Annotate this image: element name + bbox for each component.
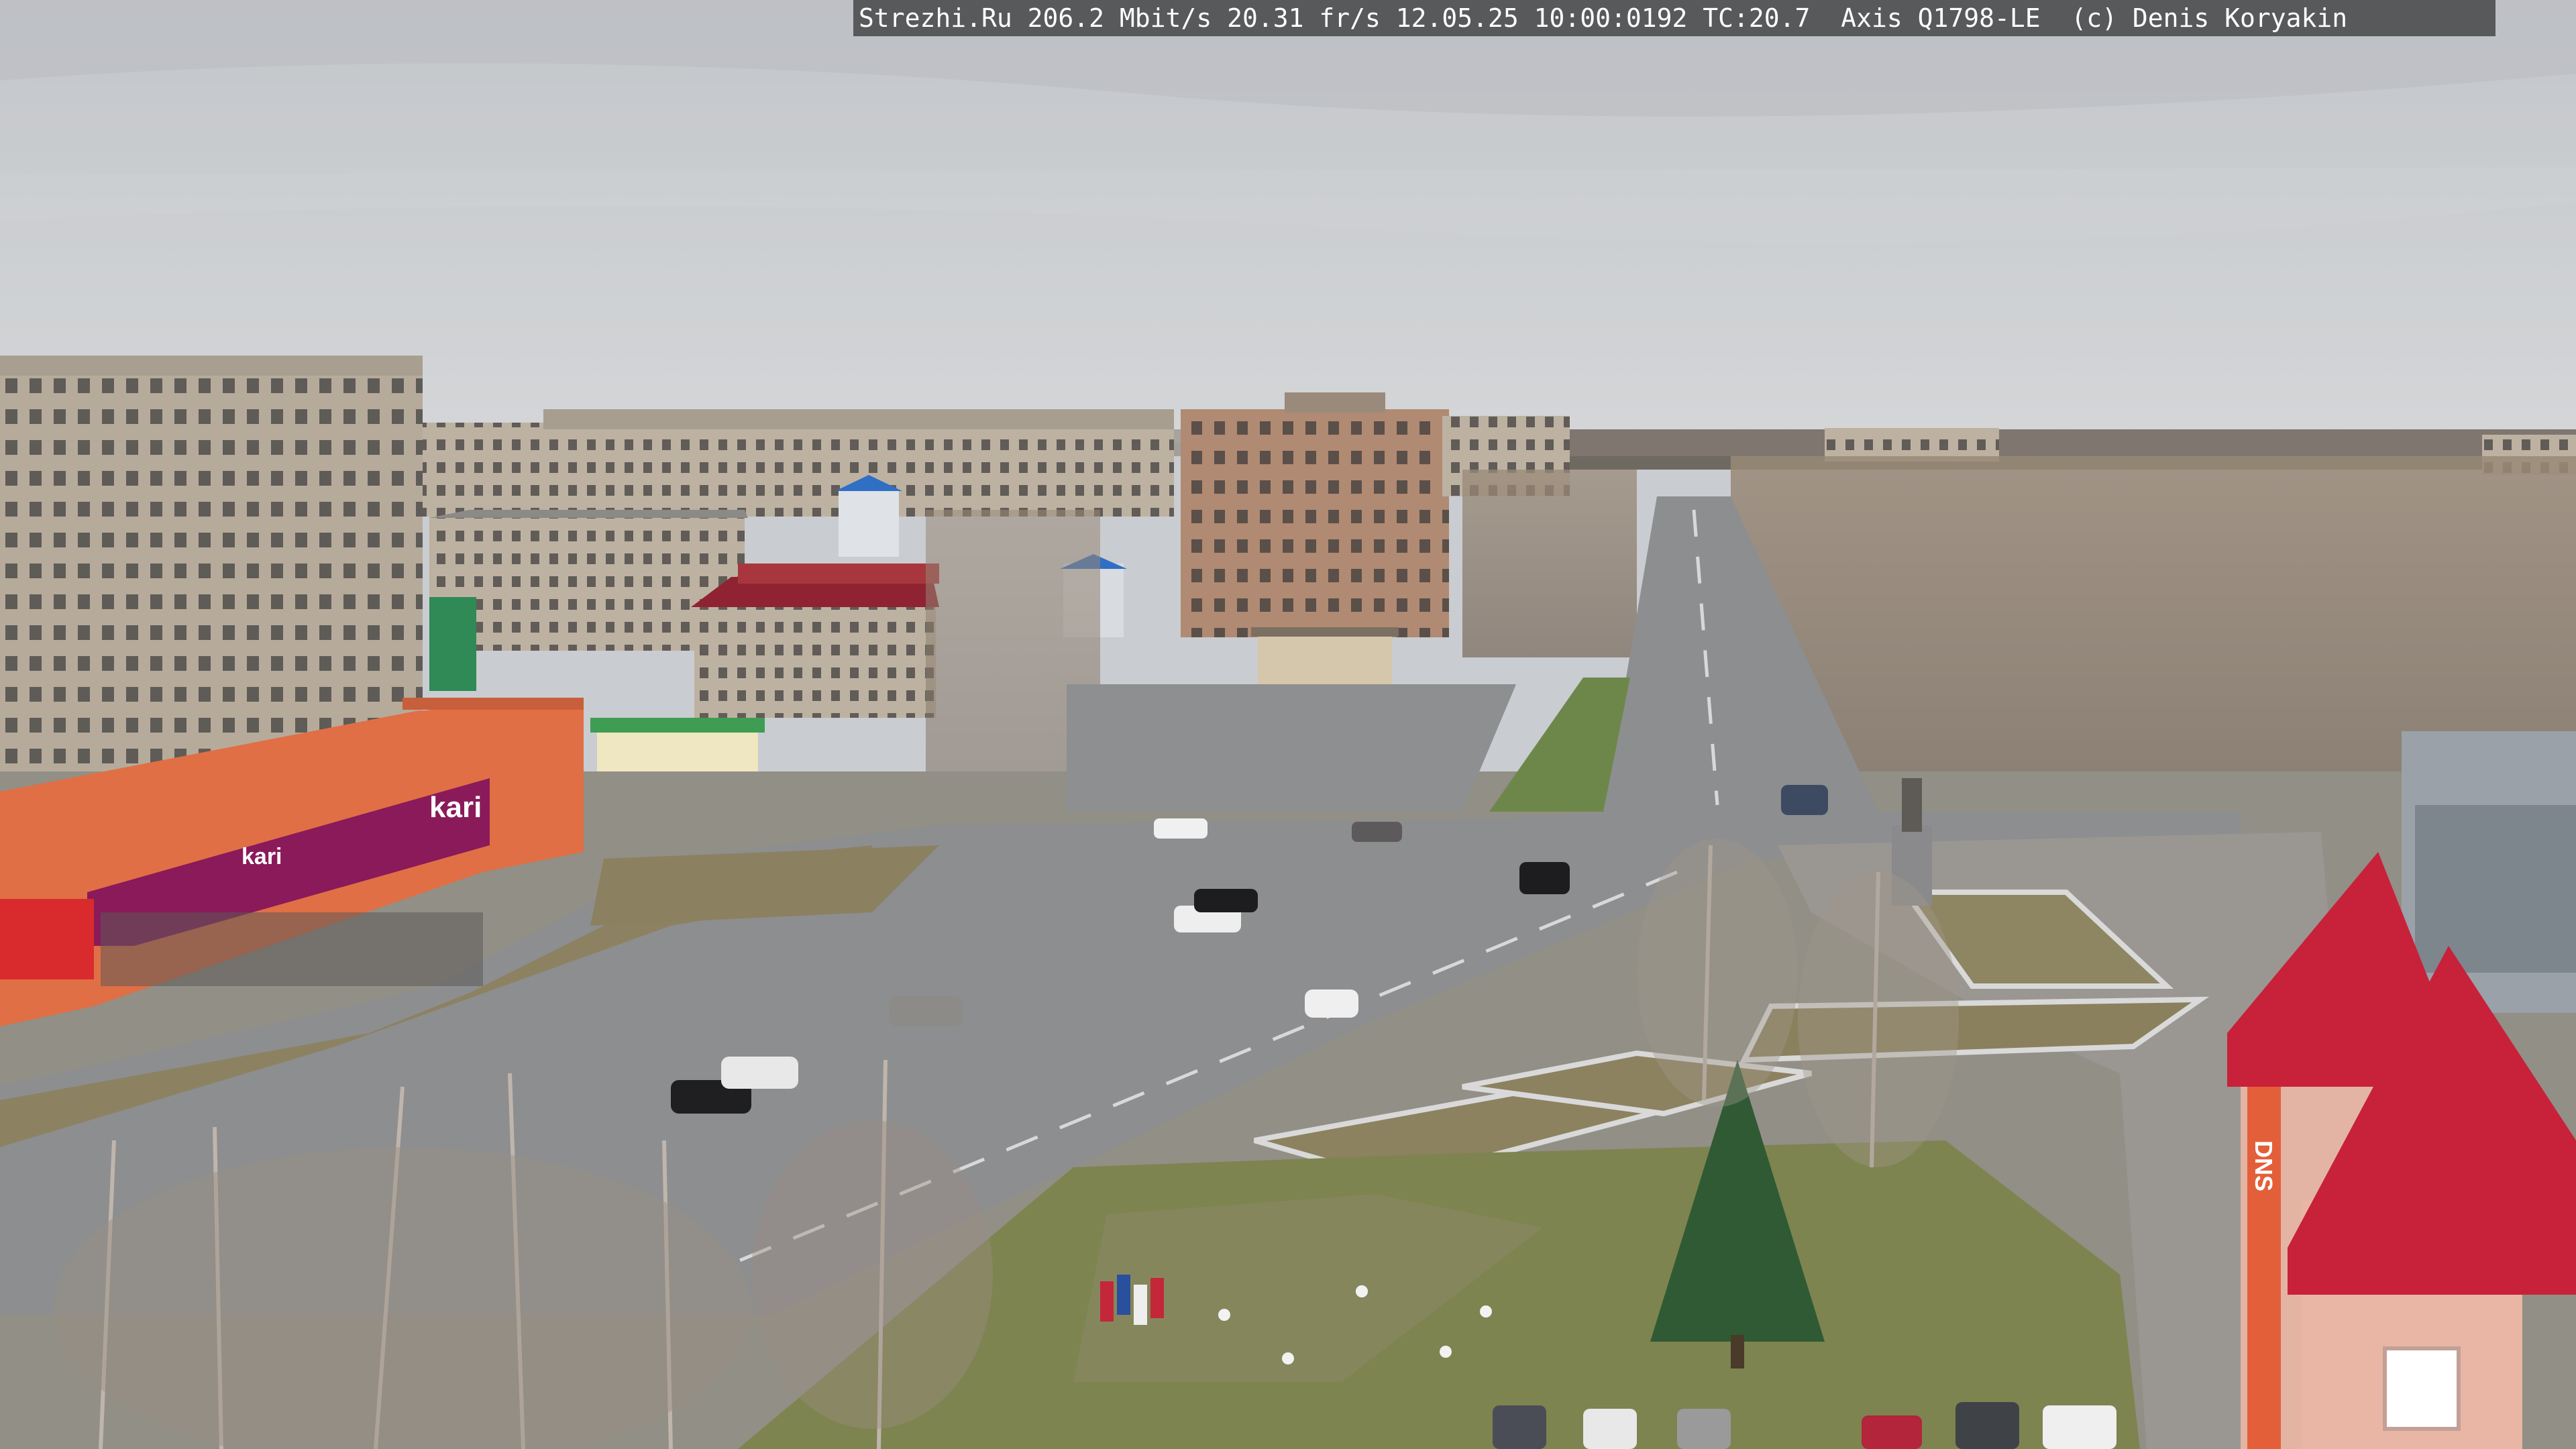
kari-sign-text-small: kari — [241, 844, 282, 869]
car — [1519, 862, 1570, 894]
spruce-trunk — [1731, 1335, 1744, 1368]
dns-sign-text: DNS — [2250, 1140, 2277, 1191]
camera-overlay-banner: Strezhi.Ru 206.2 Mbit/s 20.31 fr/s 12.05… — [853, 0, 2496, 36]
car — [1305, 989, 1358, 1018]
green-house — [429, 597, 476, 691]
red-store-front — [0, 899, 94, 979]
glass-building-windows — [2415, 805, 2576, 973]
car — [1955, 1402, 2019, 1449]
birch-canopy — [1637, 839, 1798, 1107]
car — [1352, 822, 1402, 842]
car — [1154, 818, 1208, 839]
center-pavilion-roof — [1251, 627, 1399, 637]
apartment-roof — [543, 409, 1174, 429]
kari-sign-text: kari — [429, 791, 482, 824]
brick-tower — [1181, 409, 1449, 637]
apartment-block-left-roof — [0, 356, 423, 376]
car — [1194, 889, 1258, 912]
apartment-block-left — [0, 362, 423, 778]
shopping-center-roof — [402, 698, 584, 710]
car — [1677, 1409, 1731, 1449]
store-windows — [101, 912, 483, 986]
red-roof-upper — [738, 564, 939, 584]
car — [1493, 1405, 1546, 1449]
birch-canopy — [751, 1120, 993, 1429]
car — [1583, 1409, 1637, 1449]
red-roof-building — [694, 604, 936, 718]
center-pavilion — [1258, 634, 1392, 684]
apartment-block-mid-roof — [429, 510, 748, 518]
blue-roof-tower — [839, 490, 899, 557]
green-shop-roof — [590, 718, 765, 733]
parking-lot — [1067, 684, 1516, 812]
apartment-block-far — [423, 423, 1174, 517]
monument-statue — [1902, 778, 1922, 832]
birch-canopy — [1798, 872, 1959, 1167]
green-roof-shop — [597, 728, 758, 778]
tower-rooftop — [1285, 392, 1385, 413]
car — [1862, 1415, 1922, 1449]
street-scene: kari kari DNS — [0, 0, 2576, 1449]
tower-window — [2383, 1346, 2461, 1431]
car — [1781, 785, 1828, 815]
birch-grove-center — [1462, 470, 1637, 657]
webcam-frame: kari kari DNS Strezhi.Ru 206.2 Mbit/s 20… — [0, 0, 2576, 1449]
car — [2043, 1405, 2116, 1449]
car — [721, 1057, 798, 1089]
car — [889, 996, 963, 1026]
